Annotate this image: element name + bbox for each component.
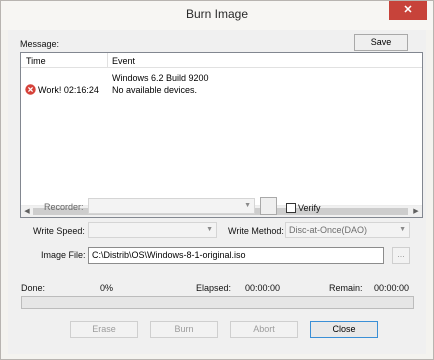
write-speed-label: Write Speed: bbox=[33, 226, 85, 236]
image-file-label: Image File: bbox=[41, 250, 86, 260]
save-button[interactable]: Save bbox=[354, 34, 408, 51]
column-header-time[interactable]: Time bbox=[26, 55, 46, 67]
close-window-icon[interactable]: ✕ bbox=[389, 1, 427, 20]
column-header-event[interactable]: Event bbox=[112, 55, 135, 67]
write-method-value: Disc-at-Once(DAO) bbox=[289, 225, 368, 235]
verify-checkbox[interactable] bbox=[286, 203, 296, 213]
window-title: Burn Image bbox=[185, 7, 249, 21]
recorder-action-button[interactable] bbox=[260, 197, 277, 215]
log-row-1-event: Windows 6.2 Build 9200 bbox=[112, 73, 209, 83]
elapsed-label: Elapsed: bbox=[196, 283, 232, 293]
burn-image-window: Burn Image ✕ Message: Save Time Event Wi… bbox=[0, 0, 434, 360]
write-method-label: Write Method: bbox=[228, 226, 284, 236]
scroll-left-icon[interactable]: ◀ bbox=[21, 207, 33, 217]
remain-value: 00:00:00 bbox=[374, 283, 410, 293]
log-header: Time Event bbox=[21, 53, 422, 68]
remain-label: Remain: bbox=[329, 283, 363, 293]
message-label: Message: bbox=[20, 39, 60, 49]
recorder-label: Recorder: bbox=[44, 202, 84, 212]
browse-button[interactable]: ... bbox=[392, 247, 410, 264]
elapsed-value: 00:00:00 bbox=[245, 283, 281, 293]
chevron-down-icon: ▼ bbox=[206, 226, 213, 233]
log-row-2-time: Work! 02:16:24 bbox=[38, 85, 99, 95]
image-file-field[interactable]: C:\Distrib\OS\Windows-8-1-original.iso bbox=[88, 247, 384, 264]
column-divider[interactable] bbox=[107, 53, 108, 68]
write-speed-select[interactable]: ▼ bbox=[88, 222, 217, 238]
abort-button[interactable]: Abort bbox=[230, 321, 298, 338]
close-button[interactable]: Close bbox=[310, 321, 378, 338]
log-row-2-event: No available devices. bbox=[112, 85, 198, 95]
message-log[interactable]: Time Event Windows 6.2 Build 9200 Work! … bbox=[20, 52, 423, 218]
write-method-select[interactable]: Disc-at-Once(DAO) ▼ bbox=[285, 222, 410, 238]
erase-button[interactable]: Erase bbox=[70, 321, 138, 338]
scroll-right-icon[interactable]: ▶ bbox=[410, 207, 422, 217]
burn-button[interactable]: Burn bbox=[150, 321, 218, 338]
error-icon bbox=[25, 84, 36, 95]
verify-label[interactable]: Verify bbox=[298, 203, 321, 213]
done-value: 0% bbox=[100, 283, 114, 293]
done-label: Done: bbox=[21, 283, 46, 293]
dialog-body: Message: Save Time Event Windows 6.2 Bui… bbox=[8, 30, 426, 354]
title-bar[interactable]: Burn Image ✕ bbox=[1, 1, 433, 30]
recorder-select[interactable]: ▼ bbox=[88, 198, 255, 214]
chevron-down-icon: ▼ bbox=[244, 202, 251, 209]
chevron-down-icon: ▼ bbox=[399, 226, 406, 233]
burn-progress-bar bbox=[21, 296, 414, 309]
